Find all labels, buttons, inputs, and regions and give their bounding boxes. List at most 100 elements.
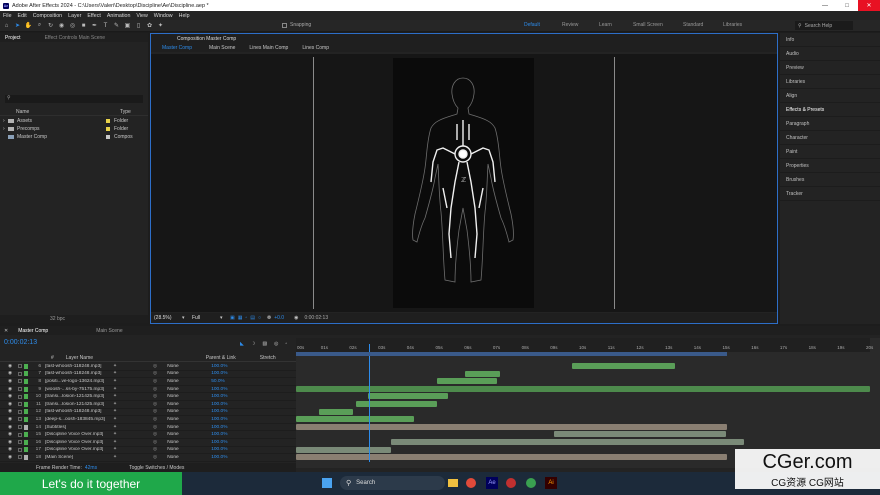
menu-composition[interactable]: Composition <box>33 13 62 19</box>
time-ruler[interactable]: 00s 01s 02s 03s 04s 05s 06s 07s 08s 09s 10s 11s 12s 1… <box>296 338 873 352</box>
layer-switch-icon[interactable]: ✦ <box>113 402 129 407</box>
exposure-icon[interactable]: ❁ <box>267 315 271 321</box>
toggle-switches-modes[interactable]: Toggle Switches / Modes <box>129 465 184 471</box>
layer-name[interactable]: [fast-whoosh-118248.mp3] <box>45 409 113 414</box>
column-stretch[interactable]: Stretch <box>260 355 276 361</box>
home-icon[interactable]: ⌂ <box>2 21 11 30</box>
parent-dropdown[interactable]: None <box>167 417 191 422</box>
parent-dropdown[interactable]: None <box>167 409 191 414</box>
visibility-eye-icon[interactable]: ◉ <box>8 409 18 414</box>
pick-whip-icon[interactable]: ◎ <box>153 371 157 376</box>
visibility-eye-icon[interactable]: ◉ <box>8 394 18 399</box>
lock-checkbox[interactable] <box>18 440 22 445</box>
lock-checkbox[interactable] <box>18 409 22 414</box>
label-color-swatch[interactable] <box>24 363 28 369</box>
label-color-swatch[interactable] <box>24 394 28 400</box>
breadcrumb-main-scene[interactable]: Main Scene <box>209 45 235 51</box>
lock-checkbox[interactable] <box>18 364 22 369</box>
lock-checkbox[interactable] <box>18 402 22 407</box>
label-color-swatch[interactable] <box>24 386 28 392</box>
layer-name[interactable]: [Subtitles] <box>45 425 113 430</box>
workspace-libraries[interactable]: Libraries <box>723 22 742 28</box>
taskbar-search[interactable]: ⚲ Search <box>340 476 445 490</box>
list-item[interactable]: Master Comp Compos <box>0 133 148 141</box>
table-row[interactable]: ◉ 17 [Discipline Voice Over.mp3] ✦ ◎ None 100.… <box>0 447 296 455</box>
label-color-swatch[interactable] <box>24 416 28 422</box>
label-color-swatch[interactable] <box>24 439 28 445</box>
parent-dropdown[interactable]: None <box>167 432 191 437</box>
roto-brush-tool-icon[interactable]: ✿ <box>145 21 154 30</box>
parent-dropdown[interactable]: None <box>167 402 191 407</box>
layer-switch-icon[interactable]: ✦ <box>113 394 129 399</box>
pick-whip-icon[interactable]: ◎ <box>153 440 157 445</box>
layer-bar[interactable] <box>571 363 675 369</box>
table-row[interactable]: ◉ 7 [fast-whoosh-118248.mp3] ✦ ◎ None 100.0% <box>0 371 296 379</box>
panel-libraries[interactable]: Libraries <box>780 75 880 89</box>
stretch-value[interactable]: 50.0% <box>211 379 231 384</box>
stretch-value[interactable]: 100.0% <box>211 447 231 452</box>
close-icon[interactable]: ✕ <box>4 328 8 334</box>
label-color-swatch[interactable] <box>24 401 28 407</box>
table-row[interactable]: ◉ 18 [Main Scene] ✦ ◎ None 100.0% <box>0 454 296 462</box>
pan-behind-tool-icon[interactable]: ◎ <box>68 21 77 30</box>
layer-name[interactable]: [positi...ve-logo-13624.mp3] <box>45 379 113 384</box>
graph-editor-icon[interactable]: ▫ <box>285 341 287 347</box>
stretch-value[interactable]: 100.0% <box>211 371 231 376</box>
panel-paint[interactable]: Paint <box>780 145 880 159</box>
layer-name[interactable]: [deep-s...oosh-183845.mp3] <box>45 417 113 422</box>
channel-icon[interactable]: ○ <box>258 315 261 321</box>
composition-tab[interactable]: Composition Master Comp <box>177 36 236 42</box>
list-item[interactable]: › Assets Folder <box>0 117 148 125</box>
parent-dropdown[interactable]: None <box>167 440 191 445</box>
pick-whip-icon[interactable]: ◎ <box>153 455 157 460</box>
pick-whip-icon[interactable]: ◎ <box>153 409 157 414</box>
column-type[interactable]: Type <box>120 109 131 115</box>
chrome-icon[interactable] <box>526 478 536 488</box>
brush-tool-icon[interactable]: ✎ <box>112 21 121 30</box>
table-row[interactable]: ◉ 16 [Discipline Voice Over.mp3] ✦ ◎ None 100.… <box>0 439 296 447</box>
draft-3d-icon[interactable]: ◣ <box>240 341 244 347</box>
parent-dropdown[interactable]: None <box>167 455 191 460</box>
column-layer-name[interactable]: Layer Name <box>66 355 206 361</box>
composition-viewer[interactable]: ℤ <box>151 54 777 312</box>
workspace-default[interactable]: Default <box>524 22 540 28</box>
lock-checkbox[interactable] <box>18 394 22 399</box>
lock-checkbox[interactable] <box>18 447 22 452</box>
table-row[interactable]: ◉ 13 [deep-s...oosh-183845.mp3] ✦ ◎ None 100.0… <box>0 416 296 424</box>
layer-bar[interactable] <box>436 378 497 385</box>
label-color-swatch[interactable] <box>106 127 110 131</box>
tab-master-comp[interactable]: Master Comp <box>18 328 48 334</box>
panel-audio[interactable]: Audio <box>780 47 880 61</box>
pick-whip-icon[interactable]: ◎ <box>153 432 157 437</box>
type-tool-icon[interactable]: T <box>101 21 110 30</box>
visibility-eye-icon[interactable]: ◉ <box>8 417 18 422</box>
after-effects-taskbar-icon[interactable]: Ae <box>486 477 498 489</box>
close-button[interactable]: ✕ <box>858 0 880 11</box>
layer-name[interactable]: [Discipline Voice Over.mp3] <box>45 432 113 437</box>
label-color-swatch[interactable] <box>106 135 110 139</box>
chrome-icon[interactable] <box>466 478 476 488</box>
layer-name[interactable]: [woosh-...ss-by-75175.mp3] <box>45 387 113 392</box>
exposure-value[interactable]: +0.0 <box>274 315 284 321</box>
table-row[interactable]: ◉ 6 [fast-whoosh-118248.mp3] ✦ ◎ None 100.0% <box>0 363 296 371</box>
pick-whip-icon[interactable]: ◎ <box>153 394 157 399</box>
chevron-down-icon[interactable]: ▾ <box>220 315 228 321</box>
panel-effects-presets[interactable]: Effects & Presets <box>780 103 880 117</box>
puppet-tool-icon[interactable]: ✦ <box>156 21 165 30</box>
layer-bar[interactable] <box>296 454 727 461</box>
panel-paragraph[interactable]: Paragraph <box>780 117 880 131</box>
layer-name[interactable]: [fast-whoosh-118248.mp3] <box>45 364 113 369</box>
chevron-down-icon[interactable]: ▾ <box>182 315 188 321</box>
table-row[interactable]: ◉ 9 [woosh-...ss-by-75175.mp3] ✦ ◎ None 100.0% <box>0 386 296 394</box>
stretch-value[interactable]: 100.0% <box>211 455 231 460</box>
pick-whip-icon[interactable]: ◎ <box>153 387 157 392</box>
lock-checkbox[interactable] <box>18 371 22 376</box>
viewer-timecode[interactable]: 0:00:02:13 <box>304 315 328 321</box>
layer-bar[interactable] <box>554 431 727 438</box>
table-row[interactable]: ◉ 15 [Discipline Voice Over.mp3] ✦ ◎ None 100.… <box>0 431 296 439</box>
layer-switch-icon[interactable]: ✦ <box>113 417 129 422</box>
tab-main-scene[interactable]: Main Scene <box>96 328 122 334</box>
file-explorer-icon[interactable] <box>448 479 458 487</box>
stretch-value[interactable]: 100.0% <box>211 409 231 414</box>
work-area-bar[interactable] <box>296 352 727 356</box>
